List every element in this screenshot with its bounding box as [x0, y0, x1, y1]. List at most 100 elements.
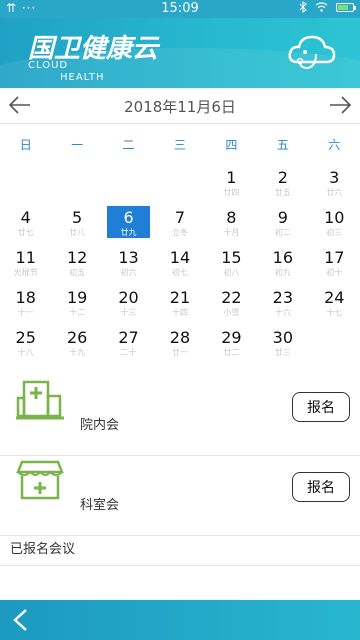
calendar-day-selected[interactable]: 6 廿九: [103, 206, 154, 246]
lunar-date: 廿五: [274, 188, 291, 197]
weekday-label: 二: [122, 138, 135, 152]
calendar-day[interactable]: 24 十七: [309, 286, 360, 326]
calendar-day[interactable]: 28 廿一: [154, 326, 205, 366]
lunar-date: 初八: [223, 268, 240, 277]
cloud-stethoscope-icon[interactable]: [286, 32, 338, 74]
day-number: 28: [169, 328, 191, 347]
calendar-day[interactable]: 25 十八: [0, 326, 51, 366]
lunar-date: 十二: [69, 308, 86, 317]
registered-meetings-label: 已报名会议: [10, 542, 76, 557]
day-number: 6: [123, 208, 134, 227]
lunar-date: 初七: [171, 268, 188, 277]
day-number: 11: [15, 248, 36, 267]
day-number: 2: [277, 168, 288, 187]
lunar-date: 初九: [274, 268, 291, 277]
calendar-empty-cell: [309, 326, 360, 366]
arrow-right-icon[interactable]: [328, 94, 352, 116]
day-number: 16: [272, 248, 293, 267]
calendar-day[interactable]: 7 立冬: [154, 206, 205, 246]
calendar-day[interactable]: 11 光棍节: [0, 246, 51, 286]
calendar-day[interactable]: 5 廿八: [51, 206, 102, 246]
bluetooth-icon: [299, 1, 307, 13]
calendar-day[interactable]: 27 二十: [103, 326, 154, 366]
clinic-icon: [16, 460, 64, 500]
lunar-date: 立冬: [171, 228, 188, 237]
register-button-department[interactable]: 报名: [292, 472, 350, 502]
calendar-day[interactable]: 8 十月: [206, 206, 257, 246]
lunar-date: 光棍节: [13, 268, 38, 277]
weekday-label: 一: [71, 138, 84, 152]
calendar-day[interactable]: 2 廿五: [257, 166, 308, 206]
calendar-day[interactable]: 20 十三: [103, 286, 154, 326]
calendar-day[interactable]: 17 初十: [309, 246, 360, 286]
day-number: 21: [169, 288, 191, 307]
day-number: 17: [324, 248, 345, 267]
calendar-day[interactable]: 18 十一: [0, 286, 51, 326]
lunar-date: 十六: [274, 308, 291, 317]
day-number: 14: [169, 248, 191, 267]
calendar-day[interactable]: 9 初二: [257, 206, 308, 246]
day-number: [51, 166, 102, 168]
calendar-day[interactable]: 15 初八: [206, 246, 257, 286]
calendar-day[interactable]: 12 初五: [51, 246, 102, 286]
calendar-day[interactable]: 29 廿二: [206, 326, 257, 366]
day-number: 5: [72, 208, 83, 227]
lunar-date: 十三: [120, 308, 137, 317]
day-number: 29: [221, 328, 242, 347]
day-number: 23: [272, 288, 293, 307]
lunar-date: 廿二: [223, 348, 240, 357]
calendar-day[interactable]: 22 小雪: [206, 286, 257, 326]
day-number: 18: [15, 288, 36, 307]
day-number: 22: [221, 288, 242, 307]
calendar-day[interactable]: 3 廿六: [309, 166, 360, 206]
calendar-day[interactable]: 4 廿七: [0, 206, 51, 246]
weekday-label: 日: [19, 138, 32, 152]
day-number: 24: [324, 288, 345, 307]
lunar-date: 初十: [326, 268, 343, 277]
day-number: 27: [118, 328, 139, 347]
lunar-date: 小雪: [223, 308, 240, 317]
app-header: 国卫健康云 CLOUD HEALTH: [0, 18, 360, 88]
day-number: 8: [226, 208, 237, 227]
lunar-date: 廿八: [69, 228, 86, 237]
calendar-day[interactable]: 13 初六: [103, 246, 154, 286]
calendar-day[interactable]: 19 十二: [51, 286, 102, 326]
calendar-week-row: 18 十一 19 十二 20 十三 21 十四 22 小雪 23 十六 24 十七: [0, 286, 360, 326]
chevron-left-icon[interactable]: [10, 608, 32, 632]
calendar-day[interactable]: 10 初三: [309, 206, 360, 246]
calendar-empty-cell: [154, 166, 205, 206]
register-button-hospital[interactable]: 报名: [292, 392, 350, 422]
calendar-day[interactable]: 1 廿四: [206, 166, 257, 206]
calendar-day[interactable]: 16 初九: [257, 246, 308, 286]
calendar-day[interactable]: 30 廿三: [257, 326, 308, 366]
calendar-day[interactable]: 14 初七: [154, 246, 205, 286]
weekday-header: 日 一 二 三 四 五 六: [0, 130, 360, 160]
current-date-title: 2018年11月6日: [124, 98, 236, 116]
status-right-icons: [299, 1, 356, 13]
registered-meetings-section[interactable]: 已报名会议: [0, 528, 360, 566]
logo-english-line2: HEALTH: [60, 72, 105, 83]
lunar-date: 初五: [69, 268, 86, 277]
day-number: 19: [66, 288, 88, 307]
calendar-empty-cell: [103, 166, 154, 206]
calendar-day[interactable]: 23 十六: [257, 286, 308, 326]
weekday-label: 六: [328, 138, 341, 152]
lunar-date: 十八: [17, 348, 34, 357]
calendar-day[interactable]: 21 十四: [154, 286, 205, 326]
battery-icon: [336, 2, 356, 12]
lunar-date: 廿六: [326, 188, 343, 197]
day-number: 26: [66, 328, 88, 347]
calendar-day[interactable]: 26 十九: [51, 326, 102, 366]
calendar-empty-cell: [51, 166, 102, 206]
day-number: 9: [277, 208, 288, 227]
lunar-date: 十一: [17, 308, 34, 317]
lunar-date: 廿九: [120, 228, 137, 237]
lunar-date: 廿四: [223, 188, 240, 197]
calendar-empty-cell: [0, 166, 51, 206]
lunar-date: 十九: [69, 348, 86, 357]
calendar-week-row: 25 十八 26 十九 27 二十 28 廿一 29 廿二 30 廿三: [0, 326, 360, 366]
lunar-date: 廿一: [171, 348, 188, 357]
day-number: [309, 326, 360, 328]
weekday-label: 五: [276, 138, 289, 152]
meeting-row-hospital: 院内会 报名: [0, 378, 360, 456]
